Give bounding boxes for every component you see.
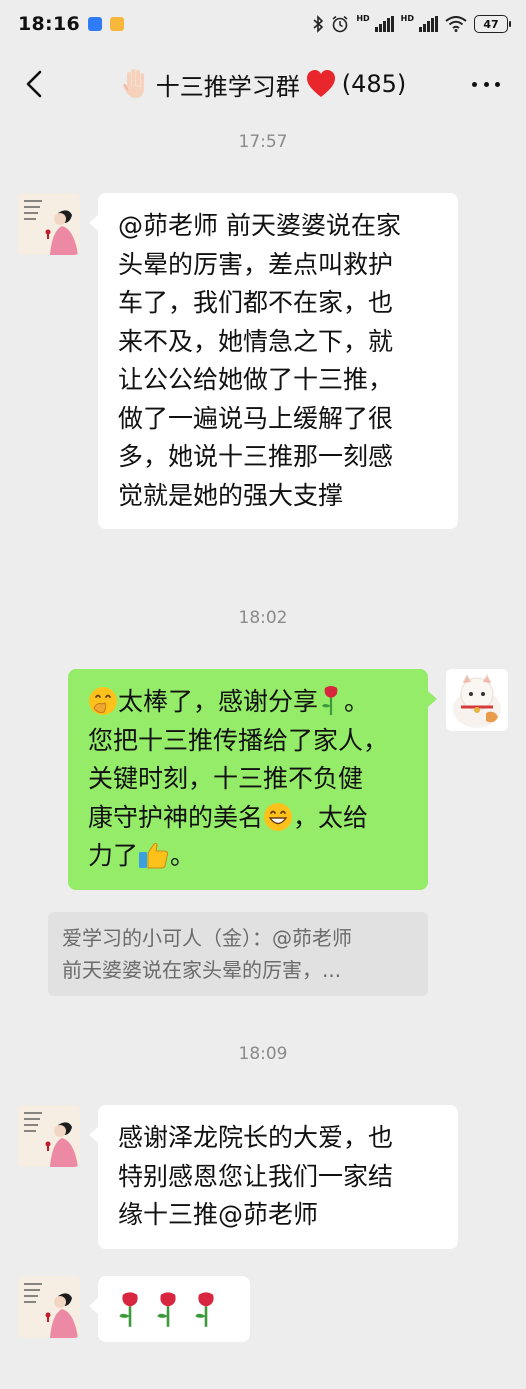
hand-over-mouth-emoji xyxy=(89,687,117,715)
signal-icon xyxy=(419,16,438,32)
message-bubble-outgoing[interactable]: 太棒了，感谢分享 。 您把十三推传播给了家人， 关键时刻，十三推不负健 康守护神… xyxy=(68,669,437,890)
my-avatar[interactable] xyxy=(446,669,508,731)
rose-emoji xyxy=(119,1292,138,1327)
app-notification-icon xyxy=(109,17,124,31)
message-timestamp: 18:09 xyxy=(238,1044,288,1064)
app-notification-icon xyxy=(87,17,102,31)
hd-label: HD xyxy=(400,13,414,23)
message-line: 缘十三推@茆老师 xyxy=(118,1200,319,1229)
member-count: (485) xyxy=(341,70,407,98)
message-line: 太棒了，感谢分享 。 xyxy=(88,683,410,722)
message-line: 您把十三推传播给了家人， xyxy=(88,725,389,755)
message-line: 觉就是她的强大支撑 xyxy=(118,480,344,510)
wifi-icon xyxy=(445,16,467,32)
message-bubble-incoming[interactable]: @茆老师 前天婆婆说在家 头晕的厉害，差点叫救护 车了，我们都不在家，也 来不及… xyxy=(89,193,458,529)
message-line: 康守护神的美名 ，太给 xyxy=(88,799,410,838)
hd-label: HD xyxy=(356,13,370,23)
message-timestamp: 18:02 xyxy=(238,608,288,628)
status-bar: 18:16 HD HD 47 xyxy=(0,0,526,48)
chat-header: 十三推学习群 (485) xyxy=(0,48,526,120)
message-text: ，太给 xyxy=(293,802,369,832)
chat-title-text: 十三推学习群 xyxy=(155,72,300,101)
battery-level: 47 xyxy=(483,17,499,31)
quoted-message[interactable]: 爱学习的小可人（金）：@茆老师 前天婆婆说在家头晕的厉害，... xyxy=(48,912,428,996)
chat-title: 十三推学习群 (485) xyxy=(120,67,407,102)
rose-emoji xyxy=(157,1292,176,1327)
message-line: 来不及，她情急之下，就 xyxy=(118,326,394,356)
raised-hand-emoji xyxy=(122,69,144,98)
rose-emoji xyxy=(322,686,338,715)
more-dot-icon xyxy=(495,81,500,87)
message-line: 特别感恩您让我们一家结 xyxy=(118,1161,394,1191)
back-arrow-icon xyxy=(26,70,42,98)
message-line: 感谢泽龙院长的大爱，也 xyxy=(118,1123,394,1152)
more-options-button[interactable] xyxy=(466,68,506,100)
signal-icon xyxy=(374,16,394,32)
red-heart-emoji xyxy=(306,70,335,97)
grinning-face-emoji xyxy=(264,802,293,831)
message-line: 让公公给她做了十三推， xyxy=(118,365,394,394)
message-line: 做了一遍说马上缓解了很 xyxy=(118,403,394,433)
message-text: 。 xyxy=(170,841,196,870)
message-line: 力了 。 xyxy=(88,837,410,876)
message-line: @茆老师 前天婆婆说在家 xyxy=(118,211,401,240)
more-dot-icon xyxy=(472,81,477,87)
quote-line: 前天婆婆说在家头晕的厉害，... xyxy=(62,958,342,982)
thumbs-up-emoji xyxy=(139,842,169,869)
more-dot-icon xyxy=(483,81,489,87)
message-line: 关键时刻，十三推不负健 xyxy=(88,764,364,793)
message-bubble-incoming[interactable]: 感谢泽龙院长的大爱，也 特别感恩您让我们一家结 缘十三推@茆老师 xyxy=(89,1105,458,1249)
battery-icon: 47 xyxy=(474,15,511,33)
message-text: 力了 xyxy=(88,841,139,870)
message-bubble-incoming[interactable] xyxy=(89,1276,250,1342)
message-text: 太棒了，感谢分享 xyxy=(118,687,319,716)
message-text: 。 xyxy=(344,687,370,716)
message-timestamp: 17:57 xyxy=(238,132,288,152)
message-text: 康守护神的美名 xyxy=(88,802,264,832)
message-line: 头晕的厉害，差点叫救护 xyxy=(118,249,394,279)
sender-avatar[interactable] xyxy=(18,1276,80,1338)
message-line: 车了，我们都不在家，也 xyxy=(118,288,394,317)
sender-avatar[interactable] xyxy=(18,193,80,255)
back-button[interactable] xyxy=(16,66,52,102)
bluetooth-icon xyxy=(313,15,324,33)
alarm-icon xyxy=(332,15,348,33)
rose-emoji xyxy=(195,1292,214,1327)
sender-avatar[interactable] xyxy=(18,1105,80,1167)
status-time: 18:16 xyxy=(18,13,80,35)
quote-line: 爱学习的小可人（金）：@茆老师 xyxy=(62,926,352,950)
message-line: 多，她说十三推那一刻感 xyxy=(118,442,394,471)
